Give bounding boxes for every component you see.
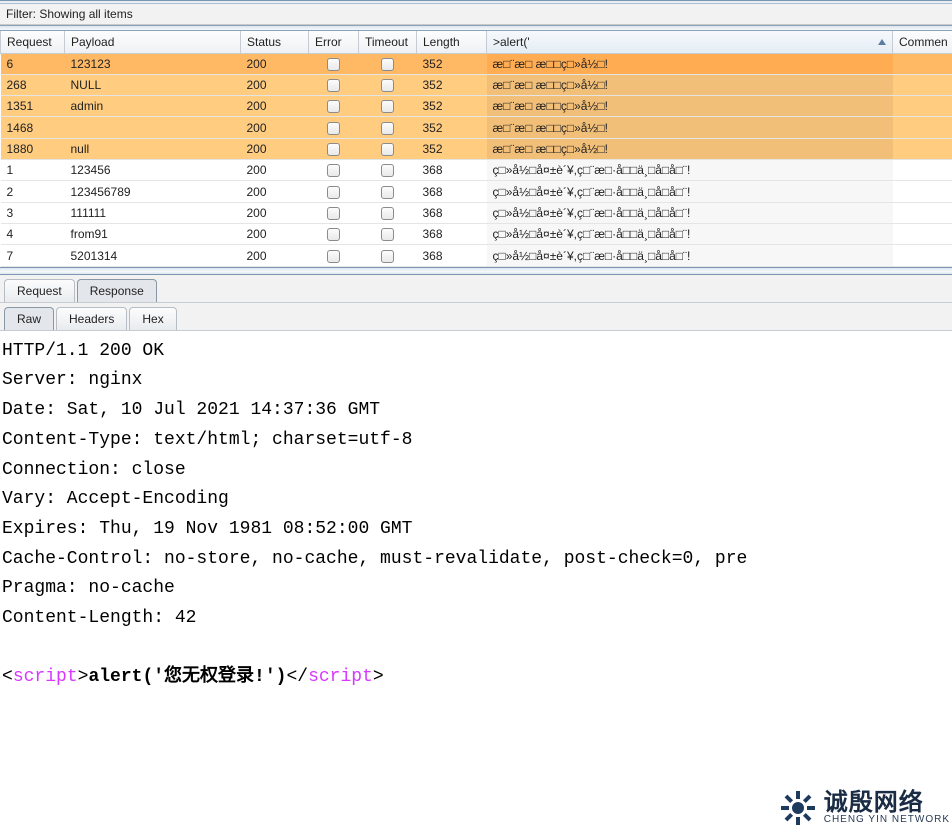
tabs-upper: Request Response (0, 275, 952, 303)
col-payload[interactable]: Payload (65, 31, 241, 53)
tab-headers[interactable]: Headers (56, 307, 127, 330)
table-header-row: Request Payload Status Error Timeout Len… (1, 31, 952, 53)
checkbox-icon[interactable] (381, 143, 394, 156)
table-row[interactable]: 3111111200368ç□»å½□å¤±è´¥,ç□¨æ□·å□□ä¸□å­… (1, 202, 952, 223)
raw-response-panel[interactable]: HTTP/1.1 200 OK Server: nginx Date: Sat,… (0, 331, 952, 699)
checkbox-icon[interactable] (381, 164, 394, 177)
checkbox-icon[interactable] (327, 143, 340, 156)
col-comment[interactable]: Commen (893, 31, 952, 53)
table-row[interactable]: 1351admin200352æ□¨æ□ æ□□ç□»å½□! (1, 96, 952, 117)
checkbox-icon[interactable] (327, 186, 340, 199)
col-sort[interactable]: >alert(' (487, 31, 893, 53)
col-length[interactable]: Length (417, 31, 487, 53)
table-row[interactable]: 6123123200352æ□¨æ□ æ□□ç□»å½□! (1, 53, 952, 74)
col-timeout[interactable]: Timeout (359, 31, 417, 53)
watermark-cn: 诚殷网络 (824, 791, 924, 815)
tab-response[interactable]: Response (77, 279, 157, 302)
checkbox-icon[interactable] (381, 79, 394, 92)
checkbox-icon[interactable] (327, 164, 340, 177)
table-row[interactable]: 2123456789200368ç□»å½□å¤±è´¥,ç□¨æ□·å□□ä¸… (1, 181, 952, 202)
table-row[interactable]: 1880null200352æ□¨æ□ æ□□ç□»å½□! (1, 138, 952, 159)
watermark-en: CHENG YIN NETWORK (824, 815, 950, 825)
checkbox-icon[interactable] (381, 186, 394, 199)
table-row[interactable]: 75201314200368ç□»å½□å¤±è´¥,ç□¨æ□·å□□ä¸□å… (1, 245, 952, 266)
checkbox-icon[interactable] (381, 207, 394, 220)
col-error[interactable]: Error (309, 31, 359, 53)
checkbox-icon[interactable] (327, 79, 340, 92)
tab-request[interactable]: Request (4, 279, 75, 302)
table-row[interactable]: 1123456200368ç□»å½□å¤±è´¥,ç□¨æ□·å□□ä¸□å­… (1, 160, 952, 181)
checkbox-icon[interactable] (327, 207, 340, 220)
table-row[interactable]: 1468200352æ□¨æ□ æ□□ç□»å½□! (1, 117, 952, 138)
watermark-logo: 诚殷网络 CHENG YIN NETWORK (780, 790, 950, 826)
response-script-line: <script>alert('您无权登录!')</script> (2, 663, 950, 693)
col-status[interactable]: Status (241, 31, 309, 53)
checkbox-icon[interactable] (327, 58, 340, 71)
table-row[interactable]: 268NULL200352æ□¨æ□ æ□□ç□»å½□! (1, 74, 952, 95)
col-request[interactable]: Request (1, 31, 65, 53)
gear-icon (780, 790, 816, 826)
checkbox-icon[interactable] (327, 250, 340, 263)
tabs-lower: Raw Headers Hex (0, 303, 952, 331)
tab-raw[interactable]: Raw (4, 307, 54, 330)
checkbox-icon[interactable] (381, 122, 394, 135)
table-row[interactable]: 4from91200368ç□»å½□å¤±è´¥,ç□¨æ□·å□□ä¸□å­… (1, 224, 952, 245)
checkbox-icon[interactable] (327, 100, 340, 113)
sort-asc-icon (878, 39, 886, 45)
filter-bar: Filter: Showing all items (0, 4, 952, 25)
filter-label: Filter: Showing all items (6, 7, 133, 21)
results-table: Request Payload Status Error Timeout Len… (0, 31, 952, 267)
checkbox-icon[interactable] (381, 58, 394, 71)
checkbox-icon[interactable] (381, 100, 394, 113)
checkbox-icon[interactable] (327, 228, 340, 241)
tab-hex[interactable]: Hex (129, 307, 176, 330)
pane-splitter[interactable] (0, 267, 952, 275)
checkbox-icon[interactable] (381, 250, 394, 263)
checkbox-icon[interactable] (381, 228, 394, 241)
checkbox-icon[interactable] (327, 122, 340, 135)
